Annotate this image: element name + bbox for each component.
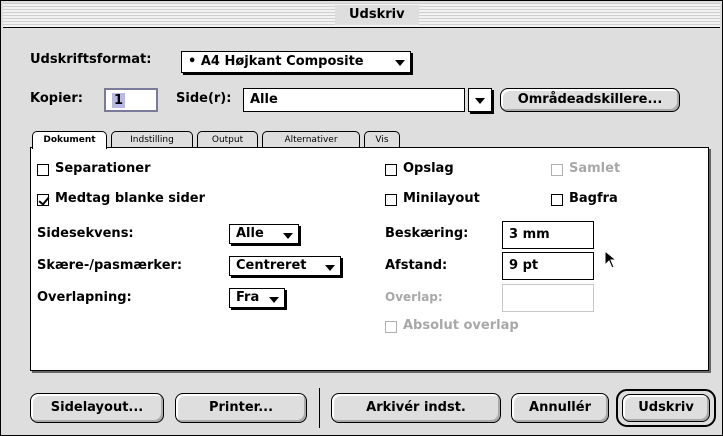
separations-checkbox[interactable] (37, 164, 49, 176)
tab-options[interactable]: Alternativer (262, 131, 360, 148)
copies-label: Kopier: (30, 91, 83, 106)
spreads-label: Opslag (403, 161, 454, 176)
button-separator (319, 388, 320, 428)
offset-value: 9 pt (509, 258, 539, 273)
pages-label: Side(r): (176, 91, 232, 106)
overlapping-value: Fra (236, 290, 260, 305)
print-style-value: • A4 Højkant Composite (188, 54, 364, 69)
overlap-field[interactable] (502, 284, 594, 312)
bleed-label: Beskæring: (385, 226, 469, 241)
chevron-down-icon (475, 98, 485, 104)
capture-settings-button[interactable]: Arkivér indst. (331, 393, 501, 423)
separations-label: Separationer (55, 161, 151, 176)
offset-field[interactable]: 9 pt (502, 252, 594, 280)
absolute-overlap-label: Absolut overlap (403, 318, 519, 333)
chevron-down-icon (269, 297, 279, 303)
pages-popup[interactable] (468, 88, 492, 112)
tab-preview[interactable]: Vis (364, 131, 400, 148)
bleed-value: 3 mm (509, 227, 550, 242)
mouse-pointer-icon (604, 250, 618, 269)
chevron-down-icon (395, 60, 405, 66)
back-to-front-checkbox[interactable] (551, 194, 563, 206)
absolute-overlap-checkbox[interactable] (385, 321, 397, 333)
overlap-label: Overlap: (385, 290, 443, 304)
cancel-button[interactable]: Annullér (511, 393, 609, 423)
thumbnails-checkbox[interactable] (385, 194, 397, 206)
offset-label: Afstand: (385, 258, 448, 273)
print-button[interactable]: Udskriv (622, 394, 710, 422)
collated-label: Samlet (569, 161, 621, 176)
thumbnails-label: Minilayout (403, 191, 480, 206)
page-sequence-label: Sidesekvens: (37, 226, 134, 241)
pages-field[interactable]: Alle (243, 88, 465, 112)
crop-marks-label: Skære-/pasmærker: (37, 258, 183, 273)
crop-marks-popup[interactable]: Centreret (229, 256, 341, 276)
print-style-popup[interactable]: • A4 Højkant Composite (181, 51, 411, 73)
pages-value: Alle (250, 92, 278, 107)
tab-document[interactable]: Dokument (32, 131, 107, 149)
range-separators-button[interactable]: Områdeadskillere... (500, 88, 680, 112)
chevron-down-icon (325, 265, 335, 271)
page-sequence-popup[interactable]: Alle (229, 224, 299, 244)
printer-button[interactable]: Printer... (175, 393, 307, 423)
overlapping-popup[interactable]: Fra (229, 288, 285, 308)
tab-setup[interactable]: Indstilling (111, 131, 193, 148)
bleed-field[interactable]: 3 mm (502, 221, 594, 249)
copies-field[interactable]: 1 (104, 88, 158, 112)
window-title: Udskriv (335, 5, 419, 25)
print-style-label: Udskriftsformat: (30, 52, 152, 67)
include-blank-pages-label: Medtag blanke sider (55, 191, 206, 206)
overlapping-label: Overlapning: (37, 290, 132, 305)
page-sequence-value: Alle (236, 226, 264, 241)
copies-value: 1 (112, 93, 126, 108)
title-bar[interactable]: Udskriv (3, 3, 720, 28)
tab-output[interactable]: Output (197, 131, 258, 148)
spreads-checkbox[interactable] (385, 164, 397, 176)
collated-checkbox[interactable] (551, 164, 563, 176)
chevron-down-icon (283, 233, 293, 239)
crop-marks-value: Centreret (236, 258, 307, 273)
include-blank-pages-checkbox[interactable] (37, 194, 49, 206)
back-to-front-label: Bagfra (569, 191, 618, 206)
page-setup-button[interactable]: Sidelayout... (30, 393, 164, 423)
